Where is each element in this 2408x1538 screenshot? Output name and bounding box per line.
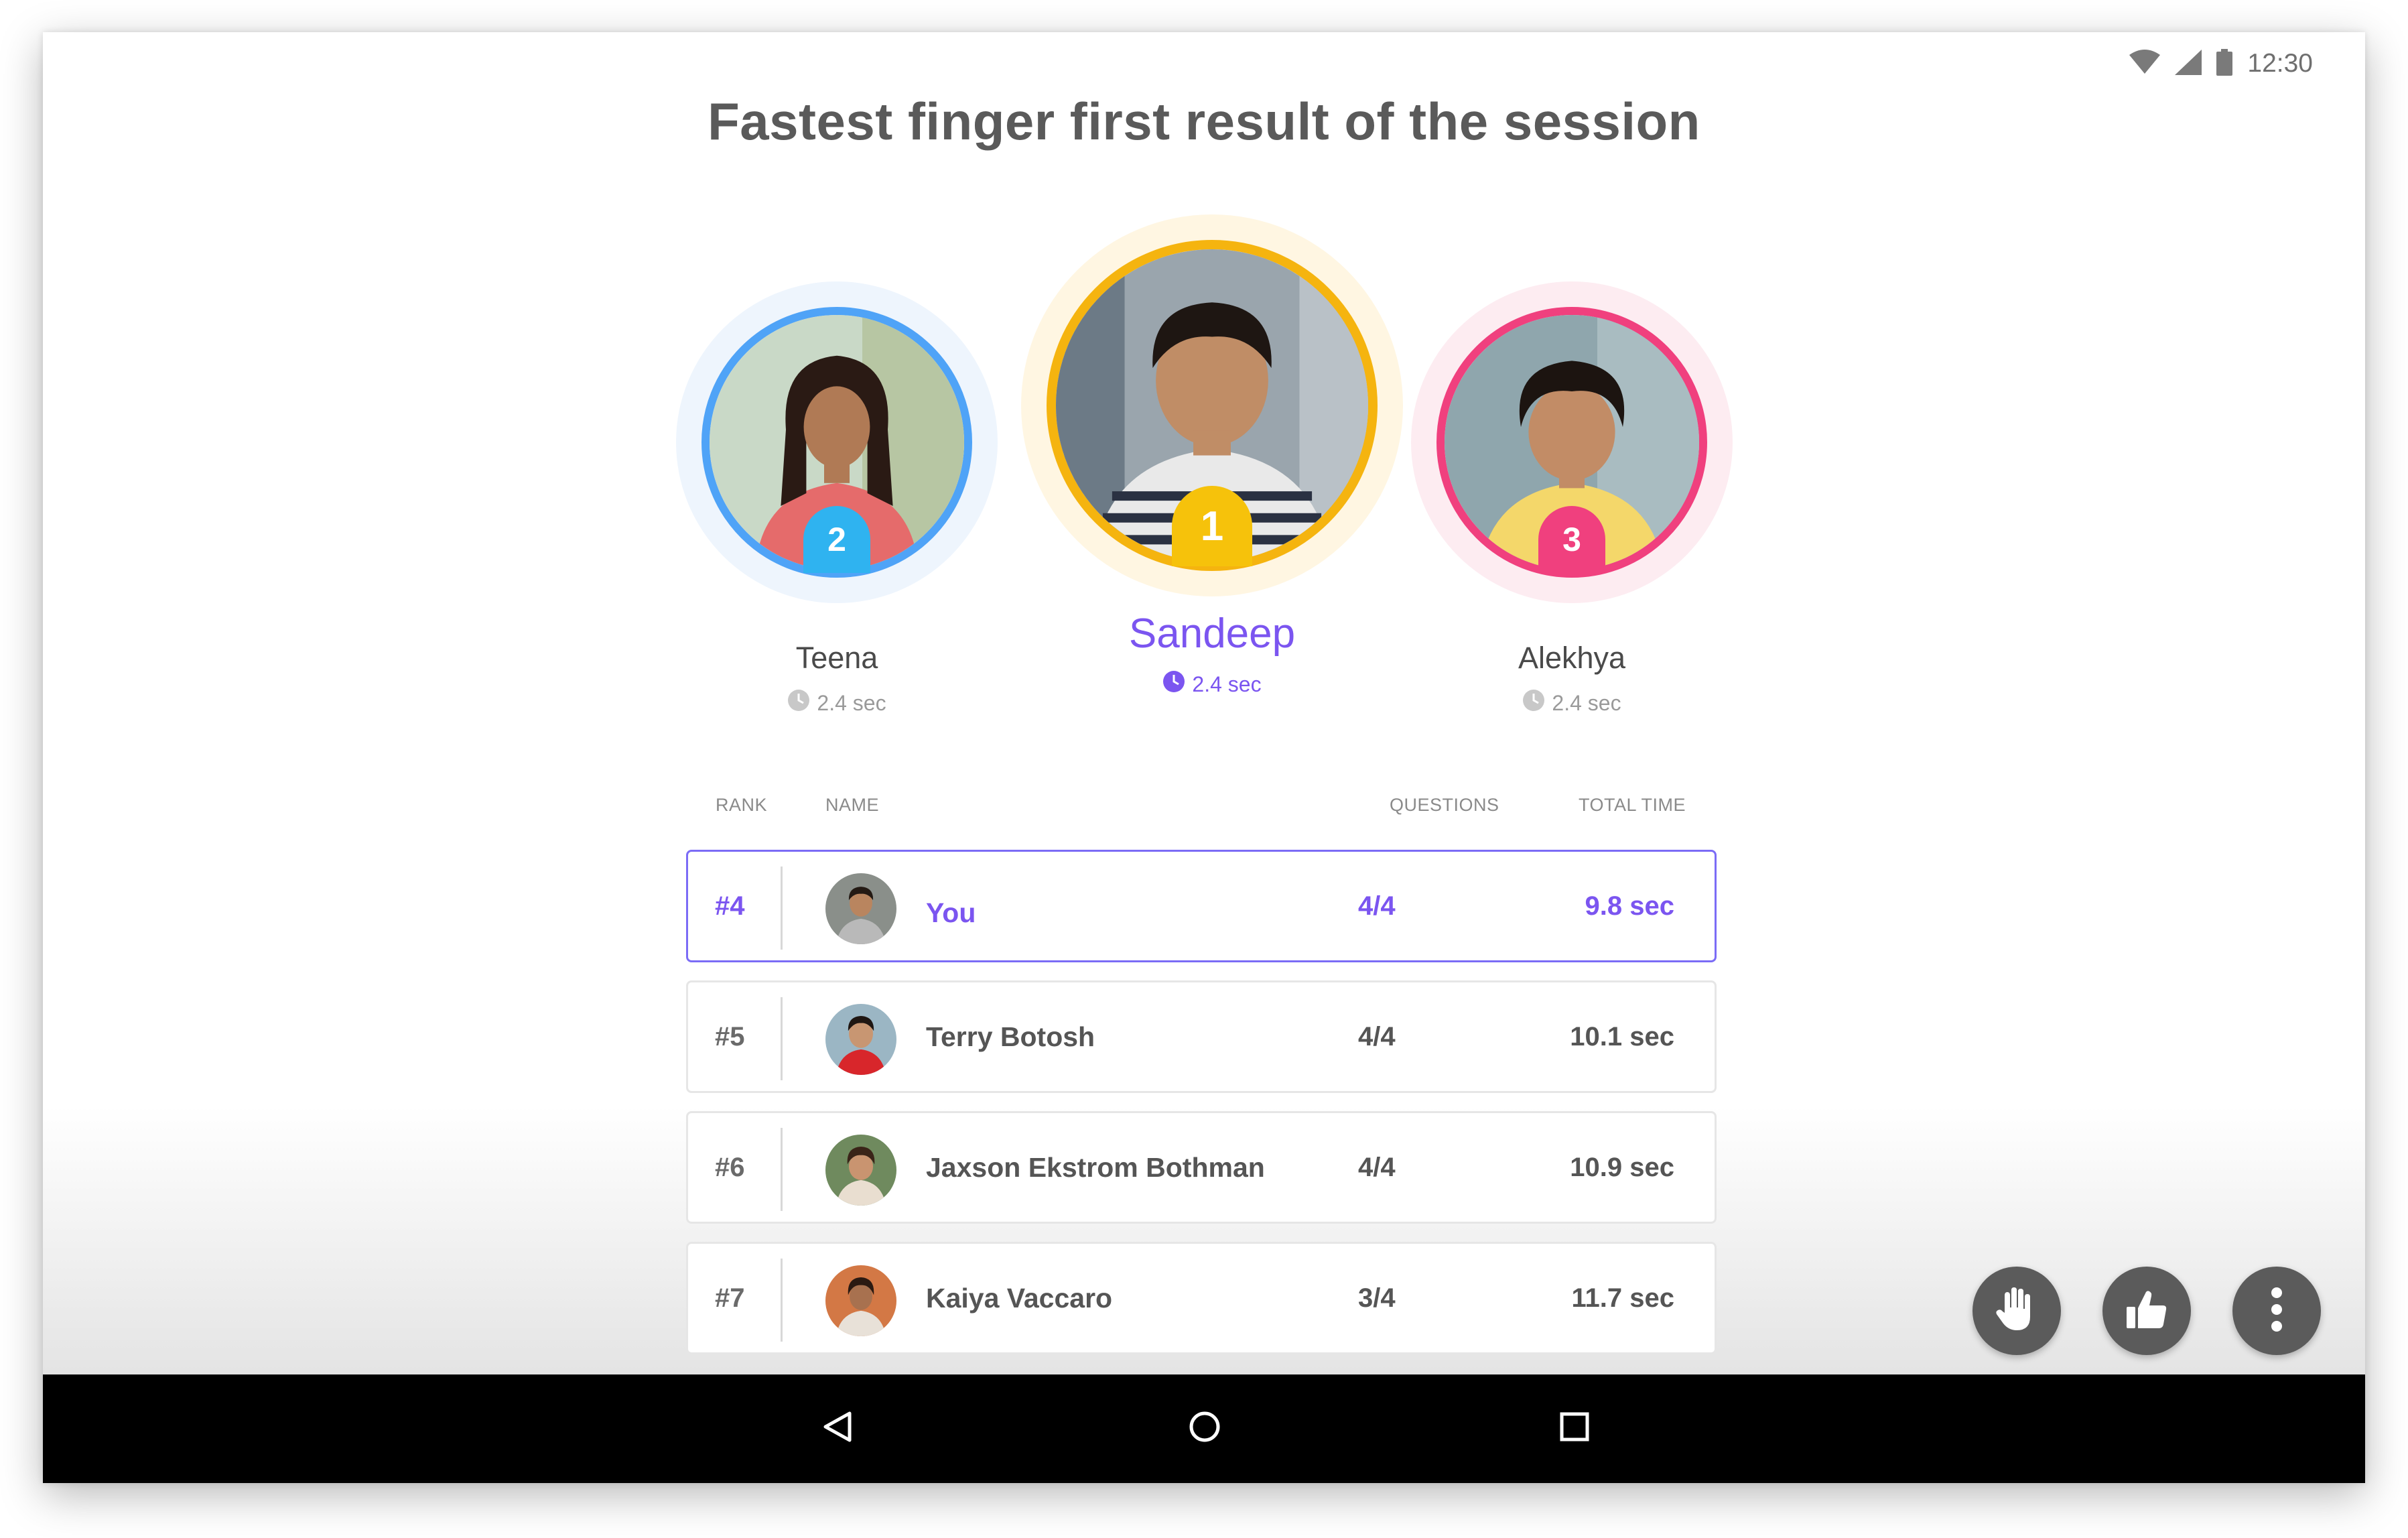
row-questions: 4/4 bbox=[1358, 1021, 1396, 1051]
status-clock: 12:30 bbox=[2247, 49, 2313, 78]
page-title: Fastest finger first result of the sessi… bbox=[708, 92, 1700, 151]
hand-raise-icon bbox=[1995, 1286, 2038, 1336]
table-row[interactable]: #7 Kaiya Vaccaro 3/4 11.7 sec bbox=[686, 1242, 1717, 1354]
podium-time: 2.4 sec bbox=[1021, 670, 1403, 698]
clock-icon bbox=[1522, 689, 1545, 717]
row-rank: #4 bbox=[715, 891, 745, 921]
thumbs-up-button[interactable] bbox=[2102, 1267, 2191, 1355]
row-divider bbox=[781, 1128, 783, 1211]
nav-home-button[interactable] bbox=[1178, 1401, 1231, 1455]
rank-badge: 1 bbox=[1172, 486, 1252, 566]
header-name: NAME bbox=[825, 795, 880, 815]
row-questions: 3/4 bbox=[1358, 1283, 1396, 1313]
navigation-bar bbox=[43, 1374, 2365, 1483]
clock-icon bbox=[787, 689, 810, 717]
row-questions: 4/4 bbox=[1358, 1152, 1396, 1182]
podium-name: Sandeep bbox=[1128, 611, 1296, 657]
avatar bbox=[825, 1265, 896, 1336]
battery-icon bbox=[2216, 48, 2233, 79]
row-rank: #7 bbox=[715, 1283, 745, 1313]
avatar bbox=[825, 873, 896, 944]
rank-badge: 2 bbox=[803, 506, 870, 573]
podium-second[interactable]: 2 Teena 2.4 sec bbox=[676, 281, 998, 764]
podium-time: 2.4 sec bbox=[1411, 689, 1733, 717]
row-divider bbox=[781, 867, 783, 950]
row-name: Jaxson Ekstrom Bothman bbox=[926, 1151, 1265, 1183]
thumbs-up-icon bbox=[2125, 1288, 2168, 1334]
row-time: 9.8 sec bbox=[1585, 891, 1674, 921]
row-rank: #6 bbox=[715, 1152, 745, 1182]
podium-first[interactable]: 1 Sandeep 2.4 sec bbox=[1021, 214, 1403, 751]
rank-badge: 3 bbox=[1538, 506, 1605, 573]
nav-recents-button[interactable] bbox=[1548, 1401, 1601, 1455]
signal-icon bbox=[2175, 49, 2202, 78]
more-options-button[interactable] bbox=[2232, 1267, 2321, 1355]
row-name: You bbox=[926, 897, 976, 928]
recents-icon bbox=[1560, 1412, 1589, 1445]
back-icon bbox=[823, 1411, 852, 1446]
avatar bbox=[825, 1004, 896, 1075]
home-icon bbox=[1189, 1411, 1221, 1446]
row-time: 10.1 sec bbox=[1570, 1021, 1674, 1051]
header-questions: QUESTIONS bbox=[1390, 795, 1499, 815]
more-vert-icon bbox=[2270, 1286, 2283, 1336]
row-time: 11.7 sec bbox=[1571, 1283, 1675, 1313]
row-divider bbox=[781, 997, 783, 1080]
podium-name: Teena bbox=[795, 641, 878, 675]
row-rank: #5 bbox=[715, 1021, 745, 1051]
header-total-time: TOTAL TIME bbox=[1579, 795, 1686, 815]
header-rank: RANK bbox=[716, 795, 768, 815]
table-row[interactable]: #5 Terry Botosh 4/4 10.1 sec bbox=[686, 980, 1717, 1093]
podium-third[interactable]: 3 Alekhya 2.4 sec bbox=[1411, 281, 1733, 764]
row-time: 10.9 sec bbox=[1570, 1152, 1674, 1182]
row-name: Kaiya Vaccaro bbox=[926, 1282, 1113, 1313]
clock-icon bbox=[1162, 670, 1185, 698]
wifi-icon bbox=[2129, 49, 2161, 78]
table-row-you[interactable]: #4 You 4/4 9.8 sec bbox=[686, 850, 1717, 962]
row-divider bbox=[781, 1259, 783, 1342]
device-screen: 12:30 Fastest finger first result of the… bbox=[43, 32, 2365, 1483]
row-name: Terry Botosh bbox=[926, 1021, 1095, 1052]
row-questions: 4/4 bbox=[1358, 891, 1396, 921]
avatar bbox=[825, 1135, 896, 1206]
podium-name: Alekhya bbox=[1518, 641, 1626, 675]
nav-back-button[interactable] bbox=[811, 1401, 864, 1455]
podium-time: 2.4 sec bbox=[676, 689, 998, 717]
status-bar: 12:30 bbox=[2129, 40, 2313, 87]
raise-hand-button[interactable] bbox=[1972, 1267, 2061, 1355]
table-row[interactable]: #6 Jaxson Ekstrom Bothman 4/4 10.9 sec bbox=[686, 1111, 1717, 1224]
